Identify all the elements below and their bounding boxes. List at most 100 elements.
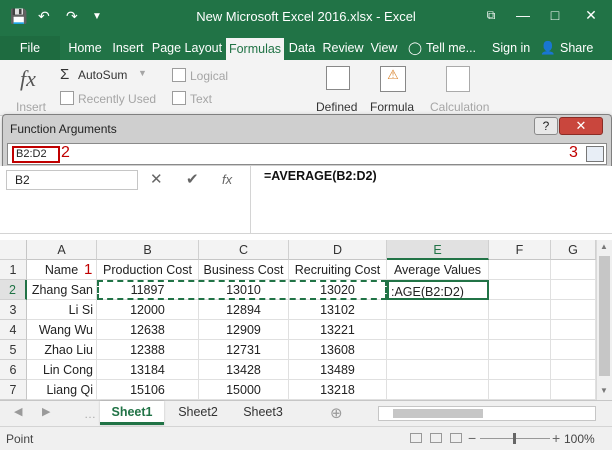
cell-d3[interactable]: 13102 [289, 300, 387, 320]
cell-c2[interactable]: 13010 [199, 280, 289, 300]
tab-page-layout[interactable]: Page Layout [150, 36, 224, 60]
cell-g5[interactable] [551, 340, 596, 360]
page-layout-view-icon[interactable] [430, 433, 442, 443]
cell-e6[interactable] [387, 360, 489, 380]
next-sheet-icon[interactable]: ▶ [42, 405, 50, 418]
sign-in-link[interactable]: Sign in [492, 36, 530, 60]
vertical-scrollbar[interactable]: ▲ ▼ [596, 240, 612, 400]
tab-sheet2[interactable]: Sheet2 [168, 401, 228, 425]
defined-names-button[interactable]: Defined [316, 100, 357, 114]
cell-d2[interactable]: 13020 [289, 280, 387, 300]
cell-g1[interactable] [551, 260, 596, 280]
row-header-7[interactable]: 7 [0, 380, 27, 400]
cell-c1[interactable]: Business Cost [199, 260, 289, 280]
new-sheet-button[interactable]: ⊕ [330, 404, 343, 422]
share-button[interactable]: Share [560, 36, 593, 60]
cell-f6[interactable] [489, 360, 551, 380]
scroll-down-icon[interactable]: ▼ [600, 386, 608, 395]
cell-e2-active[interactable]: :AGE(B2:D2) [387, 280, 489, 300]
cell-g3[interactable] [551, 300, 596, 320]
help-button[interactable]: ? [534, 117, 558, 135]
cell-d5[interactable]: 13608 [289, 340, 387, 360]
normal-view-icon[interactable] [410, 433, 422, 443]
cell-f3[interactable] [489, 300, 551, 320]
cell-f4[interactable] [489, 320, 551, 340]
calculator-icon[interactable] [446, 66, 470, 92]
calculation-button[interactable]: Calculation [430, 100, 489, 114]
cell-c7[interactable]: 15000 [199, 380, 289, 400]
row-header-5[interactable]: 5 [0, 340, 27, 360]
insert-function-label[interactable]: Insert [16, 100, 46, 114]
cell-c6[interactable]: 13428 [199, 360, 289, 380]
text-button[interactable]: Text [172, 91, 212, 106]
defined-names-icon[interactable] [326, 66, 350, 90]
zoom-slider-thumb[interactable] [513, 433, 516, 444]
formula-auditing-button[interactable]: Formula [370, 100, 414, 114]
cell-b7[interactable]: 15106 [97, 380, 199, 400]
tab-review[interactable]: Review [320, 36, 366, 60]
minimize-button[interactable]: — [510, 4, 536, 26]
vertical-scroll-thumb[interactable] [599, 256, 610, 376]
cell-c4[interactable]: 12909 [199, 320, 289, 340]
cell-a6[interactable]: Lin Cong [27, 360, 97, 380]
column-header-f[interactable]: F [489, 240, 551, 260]
tab-sheet3[interactable]: Sheet3 [232, 401, 294, 425]
column-header-d[interactable]: D [289, 240, 387, 260]
cell-g4[interactable] [551, 320, 596, 340]
tab-file[interactable]: File [0, 36, 60, 60]
page-break-view-icon[interactable] [450, 433, 462, 443]
row-header-2[interactable]: 2 [0, 280, 27, 300]
column-header-e[interactable]: E [387, 240, 489, 260]
enter-icon[interactable]: ✔ [186, 170, 199, 188]
tab-insert[interactable]: Insert [108, 36, 148, 60]
cell-e7[interactable] [387, 380, 489, 400]
formula-auditing-icon[interactable]: ⚠ [380, 66, 406, 92]
zoom-level[interactable]: 100% [564, 432, 595, 446]
cell-f2[interactable] [489, 280, 551, 300]
cell-g2[interactable] [551, 280, 596, 300]
cell-c5[interactable]: 12731 [199, 340, 289, 360]
formula-input[interactable]: =AVERAGE(B2:D2) [264, 169, 377, 183]
cell-a2[interactable]: Zhang San [27, 280, 97, 300]
range-input[interactable]: B2:D2 [7, 143, 607, 165]
cell-a3[interactable]: Li Si [27, 300, 97, 320]
tab-home[interactable]: Home [62, 36, 108, 60]
horizontal-scrollbar[interactable] [378, 406, 596, 421]
cell-f5[interactable] [489, 340, 551, 360]
cell-d1[interactable]: Recruiting Cost [289, 260, 387, 280]
cell-b6[interactable]: 13184 [97, 360, 199, 380]
tab-formulas[interactable]: Formulas [226, 38, 284, 60]
row-header-1[interactable]: 1 [0, 260, 27, 280]
cell-b1[interactable]: Production Cost [97, 260, 199, 280]
horizontal-scroll-thumb[interactable] [393, 409, 483, 418]
expand-dialog-icon[interactable] [586, 146, 604, 162]
row-header-4[interactable]: 4 [0, 320, 27, 340]
previous-sheet-icon[interactable]: ◀ [14, 405, 22, 418]
cell-b5[interactable]: 12388 [97, 340, 199, 360]
maximize-button[interactable]: □ [542, 4, 568, 26]
ribbon-display-options-button[interactable]: ⧉ [478, 4, 504, 26]
cell-c3[interactable]: 12894 [199, 300, 289, 320]
cell-b4[interactable]: 12638 [97, 320, 199, 340]
close-window-button[interactable]: ✕ [578, 4, 604, 26]
row-header-3[interactable]: 3 [0, 300, 27, 320]
more-sheets-icon[interactable]: … [84, 407, 96, 421]
select-all-corner[interactable] [0, 240, 27, 260]
cell-e5[interactable] [387, 340, 489, 360]
cell-g6[interactable] [551, 360, 596, 380]
cell-d7[interactable]: 13218 [289, 380, 387, 400]
row-header-6[interactable]: 6 [0, 360, 27, 380]
insert-function-icon[interactable]: fx [20, 66, 36, 92]
cell-f1[interactable] [489, 260, 551, 280]
scroll-up-icon[interactable]: ▲ [600, 242, 608, 251]
column-header-b[interactable]: B [97, 240, 199, 260]
cell-b2[interactable]: 11897 [97, 280, 199, 300]
tab-view[interactable]: View [368, 36, 400, 60]
column-header-g[interactable]: G [551, 240, 596, 260]
insert-function-icon[interactable]: fx [222, 172, 232, 187]
cell-f7[interactable] [489, 380, 551, 400]
recently-used-button[interactable]: Recently Used [60, 91, 156, 106]
column-header-c[interactable]: C [199, 240, 289, 260]
column-header-a[interactable]: A [27, 240, 97, 260]
cell-d6[interactable]: 13489 [289, 360, 387, 380]
